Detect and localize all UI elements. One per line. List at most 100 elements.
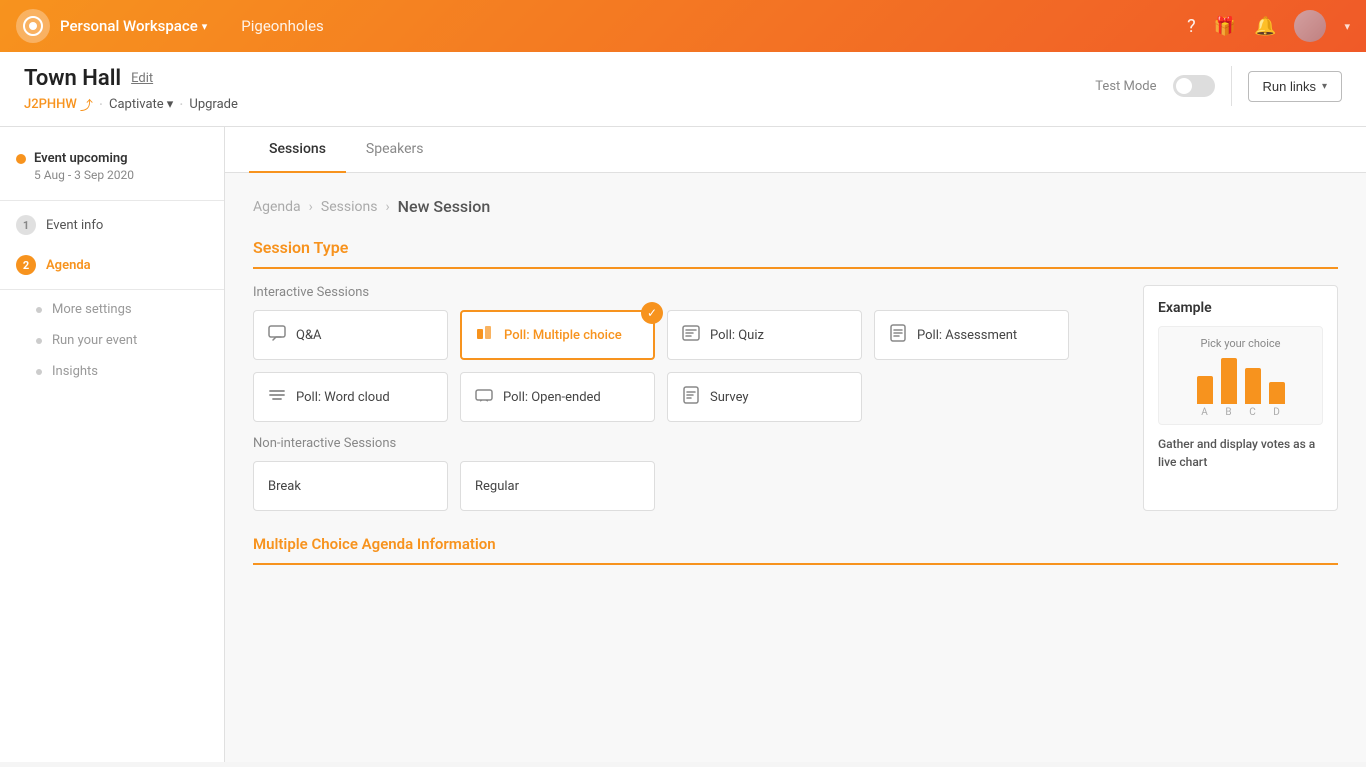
upgrade-link[interactable]: Upgrade (189, 97, 237, 112)
captivate-link[interactable]: Captivate ▾ (109, 97, 173, 112)
header-divider (1231, 66, 1232, 106)
sidebar-item-agenda[interactable]: 2 Agenda (0, 245, 224, 285)
session-types-col: Interactive Sessions Q&A ✓ (253, 285, 1123, 511)
breadcrumb-agenda[interactable]: Agenda (253, 199, 301, 215)
session-card-survey[interactable]: Survey (667, 372, 862, 422)
session-card-qa[interactable]: Q&A (253, 310, 448, 360)
interactive-label: Interactive Sessions (253, 285, 1123, 300)
poll-word-cloud-label: Poll: Word cloud (296, 390, 390, 405)
sidebar-divider-1 (0, 200, 224, 201)
tabs-bar: Sessions Speakers (225, 127, 1366, 173)
sidebar-item-event-info[interactable]: 1 Event info (0, 205, 224, 245)
workspace-selector[interactable]: Personal Workspace ▾ (60, 17, 207, 35)
sidebar-item-run-event[interactable]: Run your event (0, 325, 224, 356)
top-header: Personal Workspace ▾ Pigeonholes ? 🎁 🔔 ▾ (0, 0, 1366, 52)
status-text: Event upcoming (34, 151, 127, 166)
example-title: Example (1158, 300, 1323, 316)
sidebar-item-insights[interactable]: Insights (0, 356, 224, 387)
survey-label: Survey (710, 390, 749, 405)
session-card-poll-multiple[interactable]: ✓ Poll: Multiple choice (460, 310, 655, 360)
bar-label-a: A (1201, 407, 1208, 418)
poll-multiple-icon (476, 324, 494, 346)
session-card-regular[interactable]: Regular (460, 461, 655, 511)
run-links-button[interactable]: Run links ▾ (1248, 71, 1343, 102)
survey-icon (682, 386, 700, 408)
example-description: Gather and display votes as a live chart (1158, 435, 1323, 471)
breadcrumb-current: New Session (398, 197, 491, 216)
bar-d (1269, 382, 1285, 404)
bar-a (1197, 376, 1213, 404)
logo (16, 9, 50, 43)
more-settings-dot (36, 307, 42, 313)
selected-check: ✓ (641, 302, 663, 324)
content-area: Sessions Speakers Agenda › Sessions › Ne… (225, 127, 1366, 762)
poll-multiple-label: Poll: Multiple choice (504, 328, 622, 343)
bar-col-d: D (1269, 382, 1285, 418)
qa-label: Q&A (296, 328, 322, 343)
poll-open-ended-icon (475, 386, 493, 408)
bar-label-c: C (1249, 407, 1256, 418)
run-event-dot (36, 338, 42, 344)
test-mode-label: Test Mode (1095, 79, 1156, 94)
insights-dot (36, 369, 42, 375)
help-icon[interactable]: ? (1187, 16, 1196, 37)
session-type-title: Session Type (253, 238, 1338, 269)
run-links-dropdown-arrow: ▾ (1322, 81, 1327, 92)
meta-separator-1: · (99, 95, 103, 114)
sidebar-label-event-info: Event info (46, 218, 103, 233)
session-card-poll-quiz[interactable]: Poll: Quiz (667, 310, 862, 360)
poll-quiz-icon (682, 324, 700, 346)
event-title: Town Hall (24, 66, 121, 91)
meta-separator-2: · (179, 95, 183, 114)
sidebar-item-more-settings[interactable]: More settings (0, 294, 224, 325)
session-card-break[interactable]: Break (253, 461, 448, 511)
poll-open-ended-label: Poll: Open-ended (503, 390, 601, 405)
event-meta: J2PHHW ⤴ · Captivate ▾ · Upgrade (24, 95, 238, 114)
user-menu-chevron[interactable]: ▾ (1344, 20, 1350, 33)
interactive-sessions-grid: Q&A ✓ Poll: Multiple choice (253, 310, 1123, 422)
session-card-poll-word-cloud[interactable]: Poll: Word cloud (253, 372, 448, 422)
tab-speakers[interactable]: Speakers (346, 127, 444, 173)
avatar[interactable] (1294, 10, 1326, 42)
bar-label-b: B (1225, 407, 1231, 418)
sub-header-actions: Test Mode Run links ▾ (1095, 66, 1342, 106)
session-card-poll-open-ended[interactable]: Poll: Open-ended (460, 372, 655, 422)
sidebar-label-insights: Insights (52, 364, 98, 379)
breadcrumb-sessions[interactable]: Sessions (321, 199, 378, 215)
main-content-row: Interactive Sessions Q&A ✓ (253, 285, 1338, 511)
event-info-badge: 1 (16, 215, 36, 235)
regular-label: Regular (475, 479, 519, 494)
tab-sessions[interactable]: Sessions (249, 127, 346, 173)
bar-col-a: A (1197, 376, 1213, 418)
event-title-row: Town Hall Edit (24, 66, 238, 91)
breadcrumb: Agenda › Sessions › New Session (253, 197, 1338, 216)
poll-quiz-label: Poll: Quiz (710, 328, 764, 343)
sidebar-divider-2 (0, 289, 224, 290)
poll-assessment-icon (889, 324, 907, 346)
content-inner: Agenda › Sessions › New Session Session … (225, 173, 1366, 589)
test-mode-toggle[interactable] (1173, 75, 1215, 97)
event-status: Event upcoming 5 Aug - 3 Sep 2020 (0, 143, 224, 196)
event-code[interactable]: J2PHHW ⤴ (24, 95, 93, 114)
agenda-badge: 2 (16, 255, 36, 275)
session-card-poll-assessment[interactable]: Poll: Assessment (874, 310, 1069, 360)
bar-label-d: D (1273, 407, 1280, 418)
non-interactive-label: Non-interactive Sessions (253, 436, 1123, 451)
sub-header: Town Hall Edit J2PHHW ⤴ · Captivate ▾ · … (0, 52, 1366, 127)
workspace-chevron: ▾ (202, 20, 208, 33)
app-name: Pigeonholes (241, 17, 324, 35)
bar-b (1221, 358, 1237, 404)
status-dot (16, 154, 26, 164)
non-interactive-row: Break Regular (253, 461, 1123, 511)
poll-assessment-label: Poll: Assessment (917, 328, 1017, 343)
captivate-chevron: ▾ (167, 97, 174, 112)
bar-c (1245, 368, 1261, 404)
chart-bars: A B C D (1169, 358, 1312, 418)
bell-icon[interactable]: 🔔 (1254, 16, 1276, 37)
poll-word-cloud-icon (268, 387, 286, 407)
gift-icon[interactable]: 🎁 (1214, 16, 1236, 37)
bottom-section-title: Multiple Choice Agenda Information (253, 535, 1338, 565)
edit-link[interactable]: Edit (131, 71, 153, 86)
break-label: Break (268, 479, 301, 494)
sidebar-label-more-settings: More settings (52, 302, 132, 317)
